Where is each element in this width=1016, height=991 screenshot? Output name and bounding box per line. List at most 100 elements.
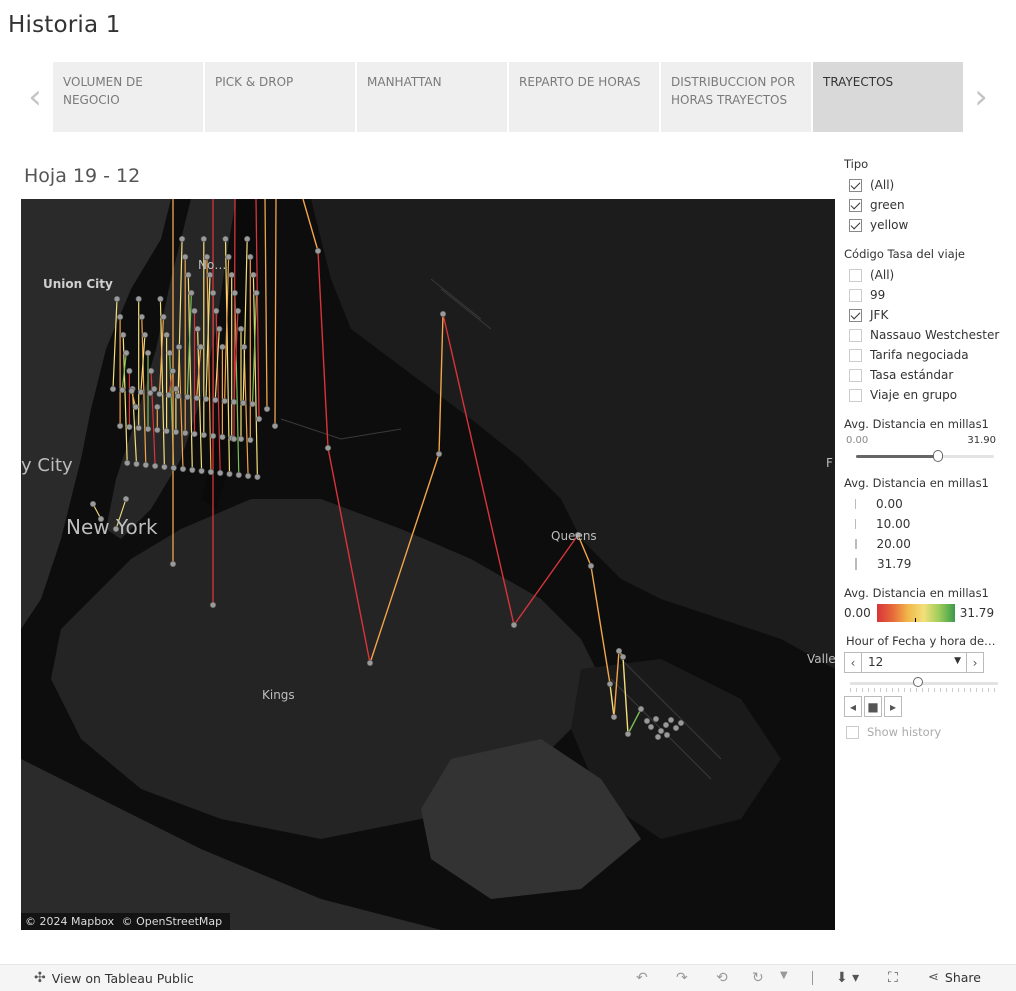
trip-point xyxy=(637,705,645,713)
trip-point xyxy=(191,307,198,315)
size-mark xyxy=(855,539,857,549)
trip-point xyxy=(366,659,374,667)
trip-point xyxy=(652,715,660,723)
label-f: F xyxy=(826,456,833,470)
size-legend-item: 31.79 xyxy=(844,554,1004,574)
undo-button[interactable]: ↶ xyxy=(636,970,648,986)
trip-point xyxy=(230,398,237,406)
play-forward-icon: ▸ xyxy=(889,699,897,714)
chevron-left-icon[interactable]: ‹ xyxy=(22,62,48,132)
hour-slider-handle[interactable] xyxy=(913,677,923,687)
checkbox-icon[interactable] xyxy=(849,388,862,402)
codigo-option-nassau[interactable]: Nassauo Westchester xyxy=(844,325,1004,345)
slider-handle[interactable] xyxy=(932,450,943,462)
hour-dropdown[interactable]: 12 ▼ xyxy=(862,652,966,673)
refresh-icon: ↻ xyxy=(752,970,764,986)
trip-point xyxy=(221,397,228,405)
tab-volumen-de-negocio[interactable]: VOLUMEN DE NEGOCIO xyxy=(53,62,203,132)
checkbox-icon[interactable] xyxy=(849,178,862,192)
trip-point xyxy=(241,343,248,351)
playback-controls: ◂ ■ ▸ xyxy=(844,696,1004,717)
label-city: y City xyxy=(21,455,73,476)
checkbox-icon[interactable] xyxy=(849,218,862,232)
trip-point xyxy=(244,235,251,243)
trip-point xyxy=(213,307,220,315)
hour-slider-rail[interactable] xyxy=(850,682,998,685)
trip-point xyxy=(206,271,214,279)
tab-manhattan[interactable]: MANHATTAN xyxy=(357,62,507,132)
trip-point xyxy=(163,331,170,339)
size-legend-heading: Avg. Distancia en millas1 xyxy=(844,476,989,490)
tipo-option-all[interactable]: (All) xyxy=(844,175,1004,195)
size-mark xyxy=(855,499,856,509)
tab-distribuccion-horas[interactable]: DISTRIBUCCION POR HORAS TRAYECTOS xyxy=(661,62,811,132)
tipo-option-yellow[interactable]: yellow xyxy=(844,215,1004,235)
download-icon: ⬇ ▾ xyxy=(836,970,860,986)
codigo-option-tarifa[interactable]: Tarifa negociada xyxy=(844,345,1004,365)
show-history-label: Show history xyxy=(867,725,942,739)
trip-point xyxy=(212,396,219,404)
codigo-option-tasa[interactable]: Tasa estándar xyxy=(844,365,1004,385)
trip-point xyxy=(510,621,518,629)
checkbox-icon[interactable] xyxy=(849,198,862,212)
checkbox-icon[interactable] xyxy=(849,308,862,322)
mapbox-attribution[interactable]: © 2024 Mapbox xyxy=(25,915,114,928)
osm-attribution[interactable]: © OpenStreetMap xyxy=(122,915,223,928)
show-history-toggle[interactable]: Show history xyxy=(844,725,1004,739)
trip-point xyxy=(237,435,245,443)
trip-point xyxy=(250,271,257,279)
more-dropdown[interactable]: ▼ xyxy=(780,970,788,981)
codigo-option-jfk[interactable]: JFK xyxy=(844,305,1004,325)
download-button[interactable]: ⬇ ▾ xyxy=(836,970,859,986)
next-hour-button[interactable]: › xyxy=(966,652,984,673)
map-attribution[interactable]: © 2024 Mapbox © OpenStreetMap xyxy=(21,913,231,930)
checkbox-icon[interactable] xyxy=(846,725,859,739)
trip-point xyxy=(137,388,144,396)
trip-point xyxy=(184,393,191,401)
distancia-slider[interactable] xyxy=(856,448,994,464)
trip-point xyxy=(152,462,159,470)
trip-point xyxy=(148,367,155,375)
refresh-button[interactable]: ↻ xyxy=(752,970,764,986)
checkbox-icon[interactable] xyxy=(849,348,862,362)
codigo-option-all[interactable]: (All) xyxy=(844,265,1004,285)
chevron-right-icon: › xyxy=(972,655,978,670)
size-label: 0.00 xyxy=(876,497,903,511)
prev-hour-button[interactable]: ‹ xyxy=(844,652,862,673)
tab-reparto-de-horas[interactable]: REPARTO DE HORAS xyxy=(509,62,659,132)
trip-point xyxy=(166,349,173,357)
revert-button[interactable]: ⟲ xyxy=(716,970,728,986)
trip-point xyxy=(240,399,247,407)
trip-point xyxy=(175,343,183,351)
checkbox-icon[interactable] xyxy=(849,288,862,302)
redo-button[interactable]: ↷ xyxy=(676,970,688,986)
checkbox-icon[interactable] xyxy=(849,328,862,342)
stop-button[interactable]: ■ xyxy=(864,696,882,717)
trip-point xyxy=(126,367,133,375)
chevron-right-icon[interactable]: › xyxy=(968,62,994,132)
hour-slider[interactable] xyxy=(850,676,998,694)
size-label: 10.00 xyxy=(876,517,911,531)
color-legend-max: 31.79 xyxy=(959,606,995,620)
revert-icon: ⟲ xyxy=(716,970,728,986)
trip-map[interactable]: Union City y City New York Queens Kings … xyxy=(21,199,835,930)
share-button[interactable]: ⋖ Share xyxy=(928,970,981,985)
tipo-option-green[interactable]: green xyxy=(844,195,1004,215)
trip-point xyxy=(135,295,142,303)
option-label: Tasa estándar xyxy=(870,368,954,382)
codigo-option-grupo[interactable]: Viaje en grupo xyxy=(844,385,1004,405)
trip-point xyxy=(157,295,164,303)
trip-point xyxy=(219,433,226,441)
view-on-tableau-button[interactable]: ✣ View on Tableau Public xyxy=(34,970,194,986)
codigo-option-99[interactable]: 99 xyxy=(844,285,1004,305)
play-backward-button[interactable]: ◂ xyxy=(844,696,862,717)
share-icon: ⋖ xyxy=(928,970,939,985)
trip-point xyxy=(247,253,254,261)
tab-pick-drop[interactable]: PICK & DROP xyxy=(205,62,355,132)
trip-point xyxy=(120,331,127,339)
tab-trayectos[interactable]: TRAYECTOS xyxy=(813,62,963,132)
play-forward-button[interactable]: ▸ xyxy=(884,696,902,717)
checkbox-icon[interactable] xyxy=(849,268,862,282)
fullscreen-button[interactable]: ⛶ xyxy=(888,970,898,986)
checkbox-icon[interactable] xyxy=(849,368,862,382)
